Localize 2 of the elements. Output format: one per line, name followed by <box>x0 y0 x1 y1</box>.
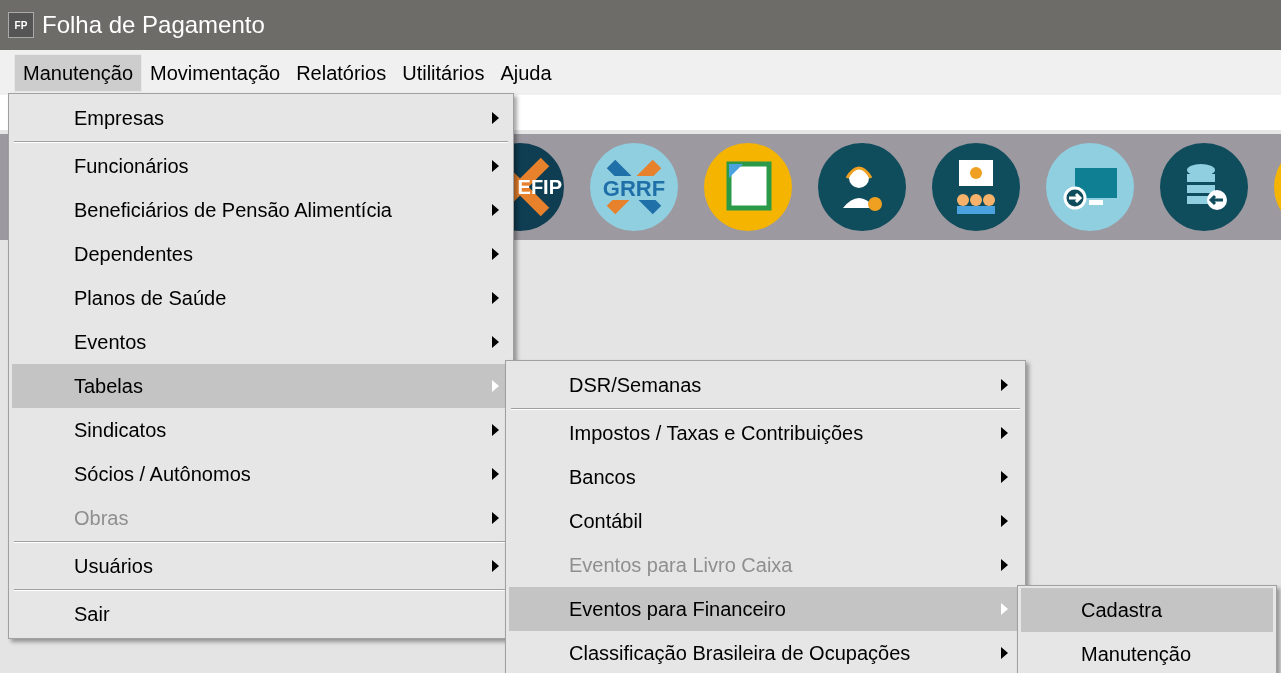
window-title: Folha de Pagamento <box>42 10 265 40</box>
app-icon: FP <box>8 12 34 38</box>
